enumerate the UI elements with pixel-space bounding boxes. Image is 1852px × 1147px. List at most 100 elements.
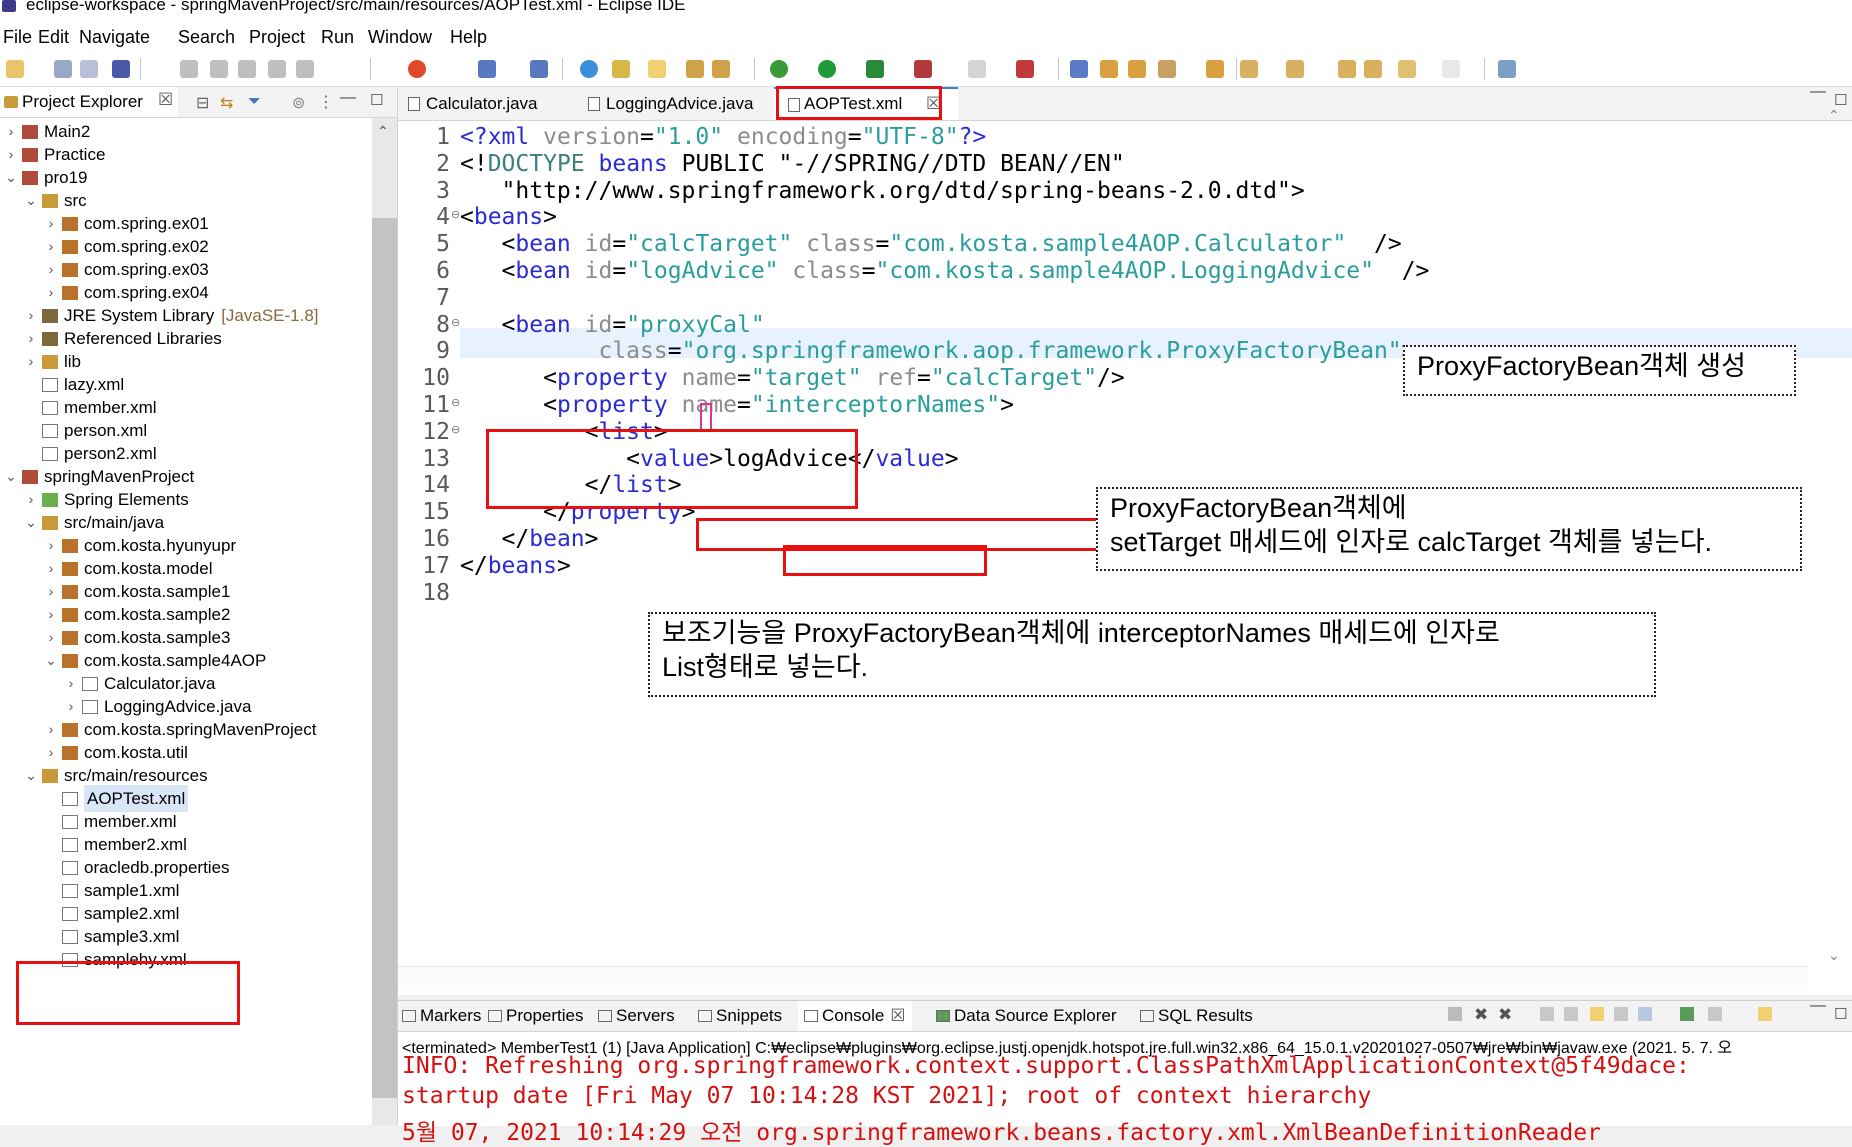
code-token: =	[917, 365, 931, 392]
line-number: 14	[422, 472, 450, 499]
web-icon[interactable]	[530, 60, 548, 78]
scroll-down-icon[interactable]: ⌄	[1828, 947, 1840, 964]
open-perspective-icon[interactable]	[1498, 60, 1516, 78]
minimize-icon[interactable]: —	[340, 89, 356, 107]
tab-snippets[interactable]: Snippets	[698, 1001, 782, 1031]
last-edit-icon[interactable]	[1338, 60, 1356, 78]
display-console-icon[interactable]	[1708, 1007, 1722, 1021]
focus-icon[interactable]: ⊚	[292, 93, 305, 113]
code-token: "1.0"	[653, 124, 724, 150]
data-source-icon	[936, 1010, 950, 1022]
code-token: =	[667, 338, 682, 365]
coverage-icon[interactable]	[866, 60, 884, 78]
stop-server-icon[interactable]	[968, 60, 986, 78]
debug-config-icon[interactable]	[408, 60, 426, 78]
code-editor[interactable]: 1 <?xml version="1.0" encoding="UTF-8"?> 2…	[398, 121, 1852, 961]
link-editor-icon[interactable]: ⇆	[220, 93, 233, 113]
spring-xml-icon	[62, 907, 78, 921]
project-icon	[22, 171, 38, 185]
collapse-all-icon[interactable]: ⊟	[196, 93, 209, 113]
save-all-icon[interactable]	[80, 60, 98, 78]
folder-open-icon[interactable]	[1128, 60, 1146, 78]
remove-all-icon[interactable]: ✖	[1498, 1005, 1512, 1025]
publish-icon[interactable]	[1016, 60, 1034, 78]
properties-icon	[488, 1010, 502, 1022]
minimize-icon[interactable]: —	[1810, 83, 1826, 101]
close-icon[interactable]: ☒	[158, 90, 173, 110]
pin-console-icon[interactable]	[1680, 1007, 1694, 1021]
show-on-error-icon[interactable]	[1638, 1007, 1652, 1021]
new-icon[interactable]	[6, 60, 24, 78]
back-arrow-icon[interactable]	[1398, 60, 1416, 78]
highlight-icon[interactable]	[612, 60, 630, 78]
line-number: 15	[422, 499, 450, 526]
globe-icon[interactable]	[580, 60, 598, 78]
suspend-icon[interactable]	[210, 60, 228, 78]
menu-search[interactable]: Search	[178, 27, 235, 48]
server-icon[interactable]	[478, 60, 496, 78]
explorer-scroll-thumb[interactable]	[372, 218, 397, 1098]
back-icon[interactable]	[1364, 60, 1382, 78]
menu-help[interactable]: Help	[450, 27, 487, 48]
scroll-lock-icon[interactable]	[1564, 1007, 1578, 1021]
menu-project[interactable]: Project	[249, 27, 305, 48]
menu-file[interactable]: File	[3, 27, 32, 48]
step-into-icon[interactable]	[268, 60, 286, 78]
tab-markers[interactable]: Markers	[402, 1001, 481, 1031]
run-icon[interactable]	[818, 60, 836, 78]
terminate-icon[interactable]	[238, 60, 256, 78]
console-icon[interactable]	[112, 60, 130, 78]
external-tools-icon[interactable]	[914, 60, 932, 78]
fold-toggle-icon[interactable]: ⊖	[451, 208, 460, 221]
menu-navigate[interactable]: Navigate	[79, 27, 150, 48]
tab-data-source-explorer[interactable]: Data Source Explorer	[936, 1001, 1117, 1031]
tab-sql-results[interactable]: SQL Results	[1140, 1001, 1253, 1031]
word-wrap-icon[interactable]	[1590, 1007, 1604, 1021]
scroll-up-icon[interactable]: ⌃	[1828, 107, 1840, 124]
code-token: id	[584, 311, 613, 338]
step-over-icon[interactable]	[296, 60, 314, 78]
code-token: />	[1374, 258, 1430, 284]
menu-run[interactable]: Run	[321, 27, 354, 48]
show-on-output-icon[interactable]	[1614, 1007, 1628, 1021]
previous-annotation-icon[interactable]	[1286, 60, 1304, 78]
fold-toggle-icon[interactable]: ⊖	[451, 423, 460, 436]
fold-toggle-icon[interactable]: ⊖	[451, 316, 460, 329]
code-token: class	[792, 258, 862, 284]
fold-toggle-icon[interactable]: ⊖	[451, 396, 460, 409]
tab-console[interactable]: Console ☒	[798, 1001, 912, 1031]
code-token: =	[847, 124, 862, 150]
menu-window[interactable]: Window	[368, 27, 432, 48]
mark-occurrences-icon[interactable]	[648, 60, 666, 78]
remove-launch-icon[interactable]: ✖	[1474, 1005, 1488, 1025]
tab-project-explorer[interactable]: Project Explorer ☒	[0, 87, 178, 117]
tab-properties[interactable]: Properties	[488, 1001, 583, 1031]
next-annotation-icon[interactable]	[1240, 60, 1258, 78]
minimize-icon[interactable]: —	[1810, 997, 1826, 1015]
terminate-icon[interactable]	[1448, 1007, 1462, 1021]
filter-icon[interactable]: ⏷	[248, 93, 261, 111]
block-selection-icon[interactable]	[686, 60, 704, 78]
save-icon[interactable]	[54, 60, 72, 78]
open-console-icon[interactable]	[1758, 1007, 1772, 1021]
word-wrap-icon[interactable]	[712, 60, 730, 78]
maximize-icon[interactable]: ☐	[370, 91, 383, 109]
close-icon[interactable]: ☒	[890, 1006, 905, 1025]
tab-loggingadvice-java[interactable]: LoggingAdvice.java	[584, 87, 770, 120]
maximize-icon[interactable]: ☐	[1834, 1005, 1847, 1023]
open-type-icon[interactable]	[1070, 60, 1088, 78]
debug-icon[interactable]	[770, 60, 788, 78]
menu-edit[interactable]: Edit	[38, 27, 69, 48]
search-icon[interactable]	[1158, 60, 1176, 78]
open-task-icon[interactable]	[1100, 60, 1118, 78]
editor-horizontal-scrollbar[interactable]	[398, 966, 1808, 985]
tab-servers[interactable]: Servers	[598, 1001, 675, 1031]
scroll-up-icon[interactable]: ⌃	[377, 123, 389, 140]
clear-console-icon[interactable]	[1540, 1007, 1554, 1021]
annotation-icon[interactable]	[1206, 60, 1224, 78]
line-number: 7	[436, 284, 450, 311]
tab-calculator-java[interactable]: Calculator.java	[404, 87, 582, 120]
resume-icon[interactable]	[180, 60, 198, 78]
view-menu-icon[interactable]: ⋮	[318, 92, 334, 112]
forward-arrow-icon[interactable]	[1442, 60, 1460, 78]
